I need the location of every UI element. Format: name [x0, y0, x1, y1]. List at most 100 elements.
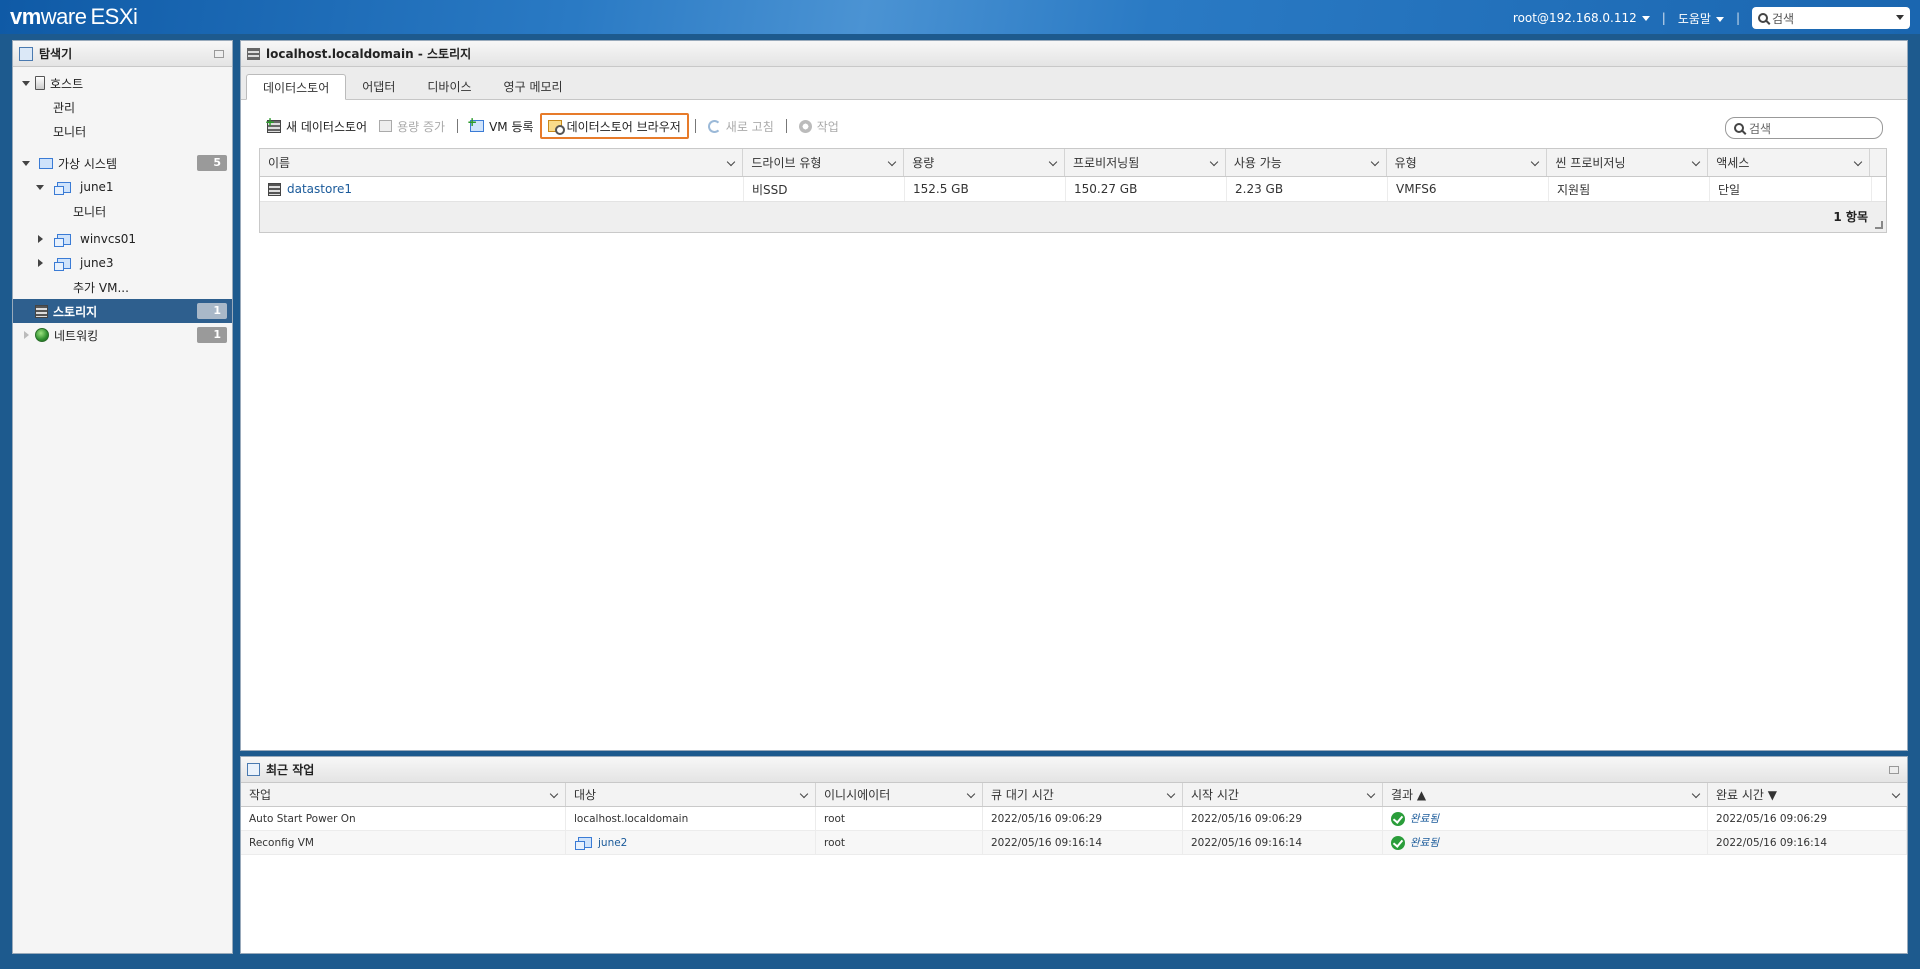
tasks-table-header: 작업 대상 이니시에이터 큐 대기 시간 시작 시간 결과 ▲ 완료 시간 ▼: [241, 783, 1907, 807]
chevron-down-icon[interactable]: [799, 789, 809, 799]
register-vm-button[interactable]: VM 등록: [464, 113, 539, 139]
expand-toggle-icon[interactable]: [21, 158, 31, 168]
task-target-cell[interactable]: june2: [566, 831, 816, 854]
tab-datastores[interactable]: 데이터스토어: [246, 74, 347, 100]
column-header-provisioned[interactable]: 프로비저닝됨: [1065, 149, 1226, 176]
chevron-down-icon[interactable]: [1692, 157, 1701, 167]
storage-tabs: 데이터스토어 어댑터 디바이스 영구 메모리: [241, 67, 1907, 100]
chevron-down-icon[interactable]: [966, 789, 976, 799]
navigator-panel: 탐색기 호스트 관리 모니터 가상 시스템 5 june1 모니터 winvcs…: [12, 40, 233, 954]
chevron-down-icon[interactable]: [1366, 789, 1376, 799]
chevron-down-icon[interactable]: [727, 157, 736, 167]
vms-icon: [39, 157, 53, 169]
chevron-down-icon[interactable]: [549, 789, 559, 799]
column-header-target[interactable]: 대상: [566, 783, 816, 806]
nav-item-storage[interactable]: 스토리지 1: [13, 299, 232, 323]
nav-item-label: june1: [80, 180, 114, 194]
chevron-down-icon[interactable]: [1853, 157, 1863, 167]
table-row[interactable]: datastore1 비SSD 152.5 GB 150.27 GB 2.23 …: [260, 177, 1886, 202]
column-header-result[interactable]: 결과 ▲: [1383, 783, 1708, 806]
vm-icon: [54, 181, 71, 195]
datastore-search-input[interactable]: 검색: [1725, 117, 1883, 139]
user-menu[interactable]: root@192.168.0.112: [1513, 11, 1650, 25]
datastore-link[interactable]: datastore1: [287, 182, 352, 196]
vm-link[interactable]: june2: [598, 837, 627, 849]
minimize-icon[interactable]: [214, 50, 224, 58]
chevron-down-icon[interactable]: [1048, 157, 1058, 167]
nav-item-vm-june3[interactable]: june3: [13, 251, 232, 275]
nav-item-label: winvcs01: [80, 232, 136, 246]
chevron-down-icon[interactable]: [1531, 157, 1540, 167]
column-header-initiator[interactable]: 이니시에이터: [816, 783, 983, 806]
chevron-down-icon[interactable]: [1166, 789, 1176, 799]
column-header-name[interactable]: 이름: [260, 149, 744, 176]
datastore-browser-icon: [547, 120, 565, 135]
table-row[interactable]: Auto Start Power On localhost.localdomai…: [241, 807, 1907, 831]
expand-toggle-icon[interactable]: [35, 234, 45, 244]
column-header-free[interactable]: 사용 가능: [1226, 149, 1387, 176]
increase-capacity-button[interactable]: 용량 증가: [373, 113, 451, 139]
header-search-input[interactable]: 검색: [1752, 7, 1910, 29]
chevron-down-icon[interactable]: [1891, 789, 1901, 799]
chevron-down-icon: [1715, 16, 1724, 22]
column-header-started[interactable]: 시작 시간: [1183, 783, 1383, 806]
vm-icon: [575, 837, 592, 850]
toolbar-separator: [457, 119, 459, 133]
help-menu[interactable]: 도움말: [1678, 10, 1724, 27]
column-header-task[interactable]: 작업: [241, 783, 566, 806]
column-header-capacity[interactable]: 용량: [904, 149, 1065, 176]
new-datastore-button[interactable]: 새 데이터스토어: [261, 113, 373, 139]
expand-toggle-icon[interactable]: [35, 182, 45, 192]
column-label: 사용 가능: [1233, 156, 1282, 170]
nav-item-networking[interactable]: 네트워킹 1: [13, 323, 232, 347]
task-result-cell: 완료됨: [1383, 831, 1708, 854]
nav-item-host-manage[interactable]: 관리: [13, 95, 232, 119]
chevron-down-icon[interactable]: [887, 157, 897, 167]
minimize-icon[interactable]: [1889, 766, 1899, 774]
column-label: 용량: [912, 156, 935, 170]
nav-item-virtual-machines[interactable]: 가상 시스템 5: [13, 151, 232, 175]
task-initiator-cell: root: [816, 807, 983, 830]
nav-item-vm-winvcs01[interactable]: winvcs01: [13, 227, 232, 251]
tab-persistent-memory[interactable]: 영구 메모리: [488, 73, 579, 99]
chevron-down-icon[interactable]: [1896, 15, 1904, 20]
nav-item-host[interactable]: 호스트: [13, 71, 232, 95]
tab-adapters[interactable]: 어댑터: [346, 73, 411, 99]
item-count: 1 항목: [1833, 210, 1868, 224]
task-name-cell: Reconfig VM: [241, 831, 566, 854]
task-queued-cell: 2022/05/16 09:16:14: [983, 831, 1183, 854]
task-result-label: 완료됨: [1410, 837, 1439, 849]
expand-toggle-icon[interactable]: [35, 258, 45, 268]
chevron-down-icon[interactable]: [1209, 157, 1219, 167]
column-header-thin-provisioning[interactable]: 씬 프로비저닝: [1547, 149, 1709, 176]
nav-item-host-monitor[interactable]: 모니터: [13, 119, 232, 143]
column-header-access[interactable]: 액세스: [1708, 149, 1871, 176]
datastore-browser-button[interactable]: 데이터스토어 브라우저: [539, 113, 689, 139]
expand-toggle-icon[interactable]: [21, 78, 31, 88]
column-header-completed[interactable]: 완료 시간 ▼: [1708, 783, 1907, 806]
nav-item-vm-june1[interactable]: june1: [13, 175, 232, 199]
nav-item-vm-june1-monitor[interactable]: 모니터: [13, 199, 232, 223]
table-row[interactable]: Reconfig VM june2 root 2022/05/16 09:16:…: [241, 831, 1907, 855]
nav-item-label: 관리: [53, 100, 76, 115]
expand-toggle-icon[interactable]: [21, 330, 31, 340]
refresh-button[interactable]: 새로 고침: [702, 113, 780, 139]
column-label: 이니시에이터: [824, 788, 891, 802]
chevron-down-icon[interactable]: [1691, 789, 1701, 799]
chevron-down-icon[interactable]: [1370, 157, 1379, 167]
search-placeholder: 검색: [1772, 11, 1795, 26]
nav-item-more-vms[interactable]: 추가 VM...: [13, 275, 232, 299]
vmware-esxi-logo: vmware ESXi: [10, 4, 138, 30]
column-label: 씬 프로비저닝: [1555, 156, 1626, 170]
actions-button[interactable]: 작업: [793, 113, 845, 139]
column-header-queued[interactable]: 큐 대기 시간: [983, 783, 1183, 806]
datastore-name-cell[interactable]: datastore1: [260, 177, 744, 201]
provisioned-cell: 150.27 GB: [1066, 177, 1227, 201]
tab-devices[interactable]: 디바이스: [411, 73, 487, 99]
storage-icon: [247, 47, 260, 60]
column-header-drive-type[interactable]: 드라이브 유형: [743, 149, 905, 176]
free-cell: 2.23 GB: [1227, 177, 1388, 201]
task-completed-cell: 2022/05/16 09:16:14: [1708, 831, 1907, 854]
bottom-strip: [0, 960, 1920, 969]
column-header-type[interactable]: 유형: [1387, 149, 1548, 176]
